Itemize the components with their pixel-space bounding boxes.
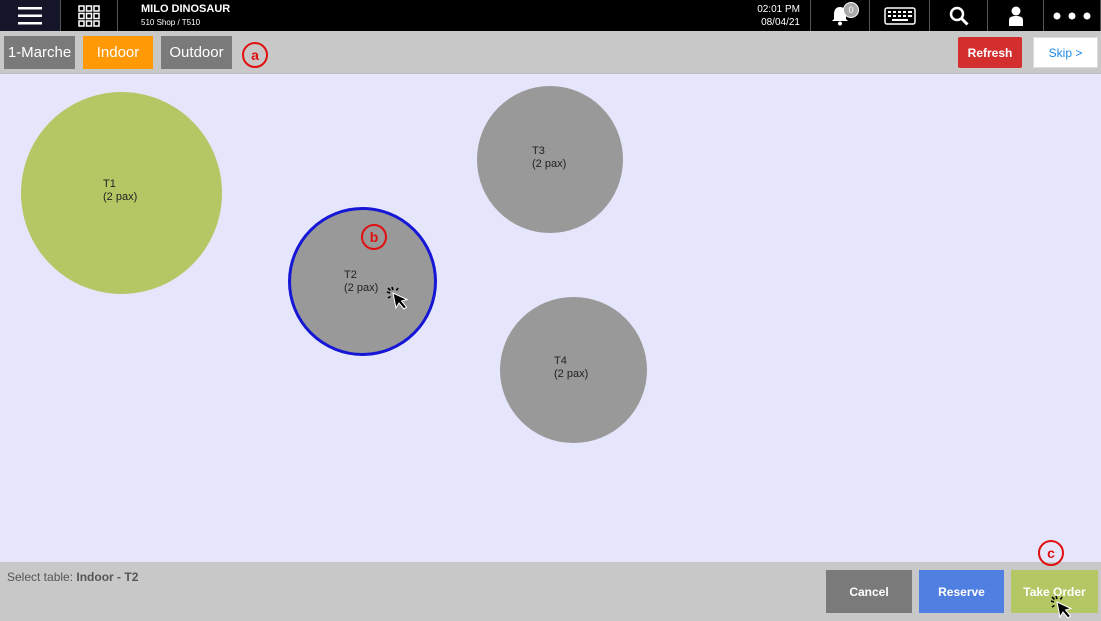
table-name: T1	[103, 178, 116, 190]
annotation-marker-c: c	[1038, 540, 1064, 566]
table-t3-label: T3 (2 pax)	[532, 145, 566, 171]
selected-table-prefix: Select table:	[7, 570, 77, 584]
shop-info: MILO DINOSAUR 510 Shop / T510	[141, 3, 230, 28]
clock: 02:01 PM 08/04/21	[745, 3, 800, 29]
click-cursor-icon	[386, 286, 409, 310]
keyboard-button[interactable]	[870, 0, 930, 31]
shop-name: MILO DINOSAUR	[141, 3, 231, 15]
table-t3[interactable]: T3 (2 pax)	[477, 86, 623, 233]
cancel-button[interactable]: Cancel	[826, 570, 912, 613]
clock-date: 08/04/21	[761, 17, 800, 28]
tab-1-marche[interactable]: 1-Marche	[4, 36, 75, 69]
search-icon	[949, 6, 969, 26]
more-icon	[1053, 12, 1091, 19]
table-t1-label: T1 (2 pax)	[103, 178, 137, 204]
refresh-button[interactable]: Refresh	[958, 37, 1022, 68]
table-pax: (2 pax)	[103, 191, 138, 203]
top-bar: MILO DINOSAUR 510 Shop / T510 02:01 PM 0…	[0, 0, 1101, 31]
reserve-button[interactable]: Reserve	[919, 570, 1004, 613]
user-button[interactable]	[988, 0, 1044, 31]
table-name: T3	[532, 145, 545, 157]
annotation-marker-a: a	[242, 42, 268, 68]
table-name: T4	[554, 355, 567, 367]
clock-time: 02:01 PM	[757, 4, 800, 15]
apps-button[interactable]	[61, 0, 118, 31]
table-t1[interactable]: T1 (2 pax)	[21, 92, 222, 294]
menu-button[interactable]	[0, 0, 61, 31]
annotation-marker-b: b	[361, 224, 387, 250]
notifications-button[interactable]: 0	[810, 0, 870, 31]
notification-badge: 0	[843, 2, 859, 18]
hamburger-menu-icon	[18, 6, 42, 24]
tab-indoor[interactable]: Indoor	[83, 36, 153, 69]
apps-grid-icon	[78, 4, 100, 27]
click-cursor-icon	[1050, 595, 1073, 619]
keyboard-icon	[883, 6, 916, 25]
search-button[interactable]	[930, 0, 988, 31]
section-bar: 1-Marche Indoor Outdoor a Refresh Skip >	[0, 31, 1101, 74]
selected-table-value: Indoor - T2	[76, 570, 139, 584]
bottom-bar: Select table: Indoor - T2 Cancel Reserve…	[0, 562, 1101, 621]
table-t2-label: T2 (2 pax)	[344, 269, 378, 295]
skip-button[interactable]: Skip >	[1033, 37, 1098, 68]
table-pax: (2 pax)	[554, 368, 589, 380]
selected-table-status: Select table: Indoor - T2	[7, 570, 138, 584]
table-pax: (2 pax)	[532, 158, 567, 170]
table-pax: (2 pax)	[344, 282, 379, 294]
tab-outdoor[interactable]: Outdoor	[161, 36, 232, 69]
shop-subtitle: 510 Shop / T510	[141, 18, 201, 27]
more-button[interactable]	[1044, 0, 1101, 31]
table-name: T2	[344, 269, 357, 281]
table-t4[interactable]: T4 (2 pax)	[500, 297, 647, 443]
table-t4-label: T4 (2 pax)	[554, 355, 588, 381]
user-icon	[1008, 6, 1023, 26]
